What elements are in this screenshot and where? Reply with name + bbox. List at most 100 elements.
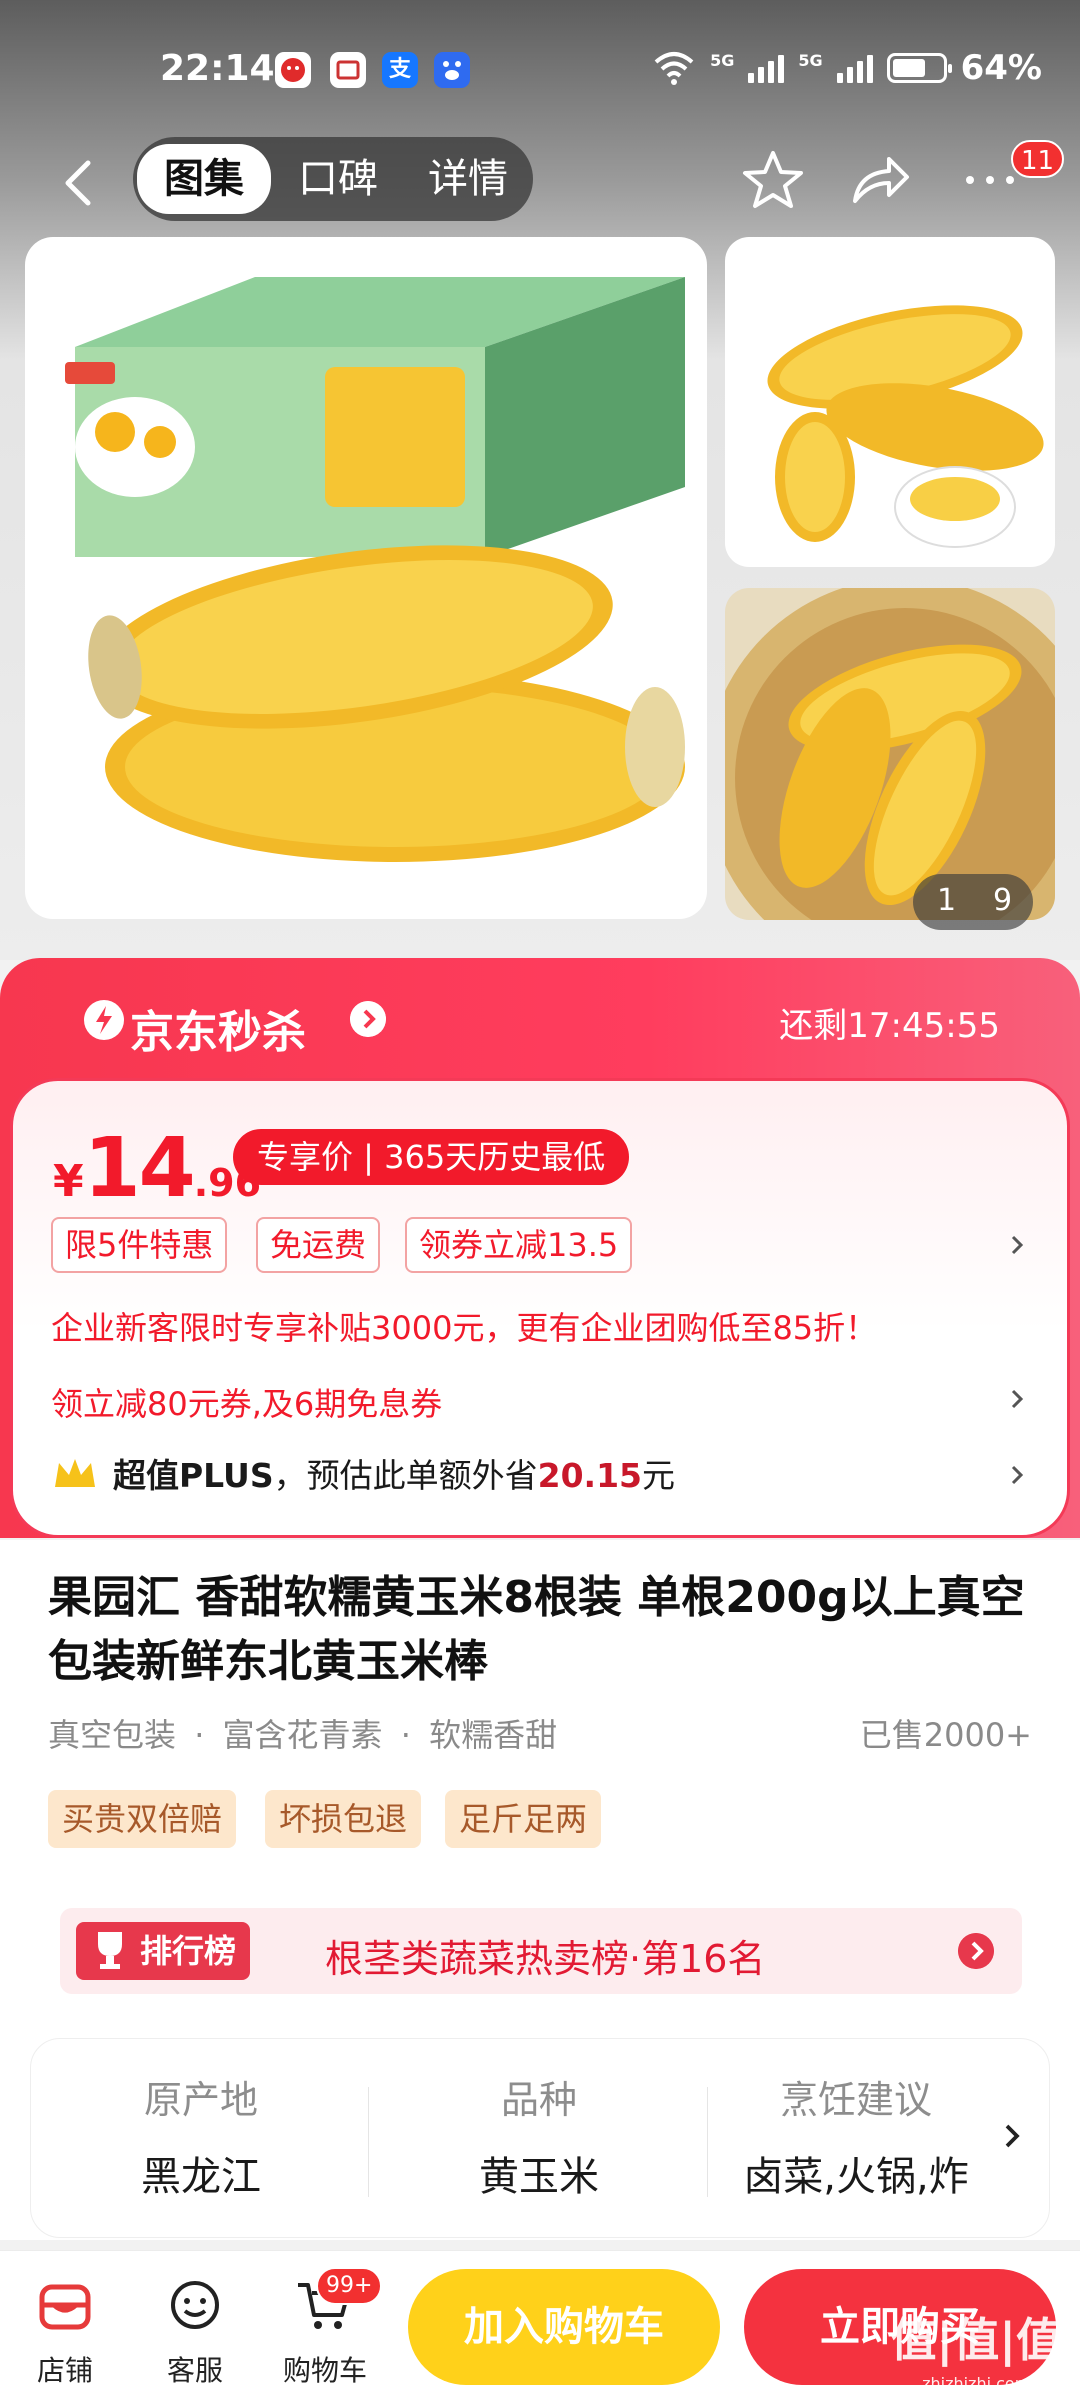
image-counter-total: 9 [993, 883, 1013, 918]
product-thumb-1[interactable] [725, 237, 1055, 567]
ranking-text: 根茎类蔬菜热卖榜·第16名 [325, 1937, 766, 1981]
signal-bars-icon [836, 53, 873, 83]
watermark-main: 值|值|值 [890, 2313, 1062, 2367]
star-icon[interactable] [738, 145, 808, 215]
product-info: 果园汇 香甜软糯黄玉米8根装 单根200g以上真空包装新鲜东北黄玉米棒 真空包装… [0, 1540, 1080, 2240]
plus-text: ，预估此单额外省 [273, 1456, 538, 1495]
chevron-right-icon[interactable] [1005, 1233, 1029, 1257]
wifi-icon [654, 52, 694, 85]
plus-label: 超值PLUS [113, 1456, 274, 1495]
top-nav: 图集 口碑 详情 11 [0, 135, 1080, 230]
exclusive-price-tag: 专享价 | 365天历史最低 [233, 1129, 630, 1185]
ranking-row[interactable]: 排行榜 根茎类蔬菜热卖榜·第16名 [60, 1908, 1022, 1994]
jd-app-icon [275, 52, 311, 88]
chevron-right-icon[interactable] [997, 2121, 1027, 2151]
alipay-icon: 支 [382, 52, 418, 88]
attribute-cooking: 烹饪建议 卤菜,火锅,炸 [721, 2069, 991, 2202]
attribute-variety: 品种 黄玉米 [389, 2069, 689, 2202]
feature-item: 软糯香甜 [429, 1716, 558, 1754]
countdown-time: 17:45:55 [847, 1006, 1000, 1046]
tab-gallery[interactable]: 图集 [137, 144, 271, 214]
product-title: 果园汇 香甜软糯黄玉米8根装 单根200g以上真空包装新鲜东北黄玉米棒 [48, 1572, 1025, 1687]
feature-item: 富含花青素 [222, 1716, 383, 1754]
news-app-icon [330, 52, 366, 88]
baidu-icon [434, 52, 470, 88]
tab-switcher: 图集 口碑 详情 [133, 137, 533, 221]
lightning-icon [84, 1000, 124, 1040]
tab-reviews[interactable]: 口碑 [273, 147, 403, 211]
status-time: 22:14 [160, 48, 275, 89]
shop-button[interactable]: 店铺 [10, 2273, 120, 2389]
battery-percent: 64% [960, 48, 1042, 88]
status-indicators: 5G 5G 64% [652, 48, 1042, 88]
watermark-sub: zhizhizhi.com [922, 2374, 1031, 2393]
cart-label: 购物车 [282, 2354, 367, 2387]
chat-icon [171, 2281, 219, 2329]
shop-icon [39, 2284, 91, 2330]
attribute-value: 黄玉米 [479, 2154, 599, 2200]
chevron-right-icon[interactable] [958, 1933, 994, 1969]
seckill-title: 京东秒杀 [130, 1007, 306, 1058]
coupon-offer[interactable]: 领立减80元券,及6期免息券 [51, 1379, 442, 1425]
crown-icon [55, 1459, 95, 1487]
battery-icon [886, 53, 952, 83]
attribute-value: 黑龙江 [141, 2154, 261, 2200]
service-tag-full-weight[interactable]: 足斤足两 [445, 1790, 602, 1848]
attribute-key: 品种 [500, 2078, 577, 2122]
attribute-key: 烹饪建议 [779, 2078, 932, 2122]
network-type-2: 5G [798, 50, 823, 70]
price-card: ¥14.96 专享价 | 365天历史最低 限5件特惠 免运费 领券立减13.5… [10, 1078, 1070, 1538]
sold-count: 已售2000+ [859, 1716, 1032, 1754]
plus-savings[interactable]: 超值PLUS，预估此单额外省20.15元 [113, 1449, 675, 1497]
corn-thumb-illustration [767, 305, 1044, 548]
image-counter-current: 1 [937, 883, 957, 918]
attribute-value: 卤菜,火锅,炸 [743, 2154, 969, 2200]
countdown: 还剩17:45:55 [779, 998, 1000, 1047]
gallery-area: 22:14 支 5G 5G 64% 图集 口碑 详情 11 1 9 [0, 0, 1080, 960]
countdown-label: 还剩 [779, 1006, 848, 1046]
product-main-image[interactable] [25, 237, 707, 919]
add-to-cart-button[interactable]: 加入购物车 [408, 2269, 720, 2385]
attribute-key: 原产地 [143, 2078, 258, 2122]
attribute-origin: 原产地 黑龙江 [51, 2069, 351, 2202]
price-integer: 14 [83, 1121, 196, 1216]
feature-item: 真空包装 [48, 1716, 177, 1754]
ranking-card[interactable]: 排行榜 根茎类蔬菜热卖榜·第16名 [30, 1896, 1050, 2008]
service-tag-damage-return[interactable]: 坏损包退 [265, 1790, 422, 1848]
service-label: 客服 [166, 2354, 223, 2387]
watermark: 值|值|值 zhizhizhi.com [890, 2317, 1062, 2400]
customer-service-button[interactable]: 客服 [140, 2273, 250, 2389]
network-type-1: 5G [710, 50, 735, 70]
ranking-badge: 排行榜 [76, 1922, 251, 1980]
divider [707, 2087, 708, 2197]
trophy-icon [98, 1932, 122, 1969]
enterprise-offer[interactable]: 企业新客限时专享补贴3000元，更有企业团购低至85折！ [51, 1303, 877, 1349]
plus-unit: 元 [642, 1456, 675, 1495]
share-icon[interactable] [845, 145, 915, 215]
service-tag-double-refund[interactable]: 买贵双倍赔 [48, 1790, 237, 1848]
back-icon[interactable] [50, 153, 110, 213]
plus-amount: 20.15 [537, 1456, 642, 1495]
promo-tag-limit[interactable]: 限5件特惠 [51, 1217, 228, 1273]
chevron-right-icon[interactable] [1005, 1463, 1029, 1487]
ranking-badge-label: 排行榜 [140, 1932, 237, 1970]
promo-tag-coupon[interactable]: 领券立减13.5 [405, 1217, 633, 1273]
signal-bars-icon [748, 53, 785, 83]
divider [368, 2087, 369, 2197]
chevron-right-icon[interactable] [1005, 1387, 1029, 1411]
attribute-card[interactable]: 原产地 黑龙江 品种 黄玉米 烹饪建议 卤菜,火锅,炸 [30, 2038, 1050, 2238]
notification-badge: 11 [1011, 140, 1065, 178]
corn-box-illustration [65, 277, 685, 862]
status-bar: 22:14 支 5G 5G 64% [0, 40, 1080, 110]
shop-label: 店铺 [36, 2354, 93, 2387]
corn-basket-illustration [725, 588, 1055, 920]
price: ¥14.96 [53, 1121, 261, 1216]
tab-details[interactable]: 详情 [403, 147, 533, 211]
price-symbol: ¥ [53, 1156, 84, 1207]
feature-list: 真空包装 · 富含花青素 · 软糯香甜 [48, 1716, 558, 1754]
chevron-right-icon [350, 1001, 386, 1037]
promo-tag-free-shipping[interactable]: 免运费 [256, 1217, 381, 1273]
image-counter: 1 9 [913, 874, 1033, 930]
product-thumb-2[interactable] [725, 588, 1055, 920]
cart-count-badge: 99+ [316, 2267, 383, 2305]
